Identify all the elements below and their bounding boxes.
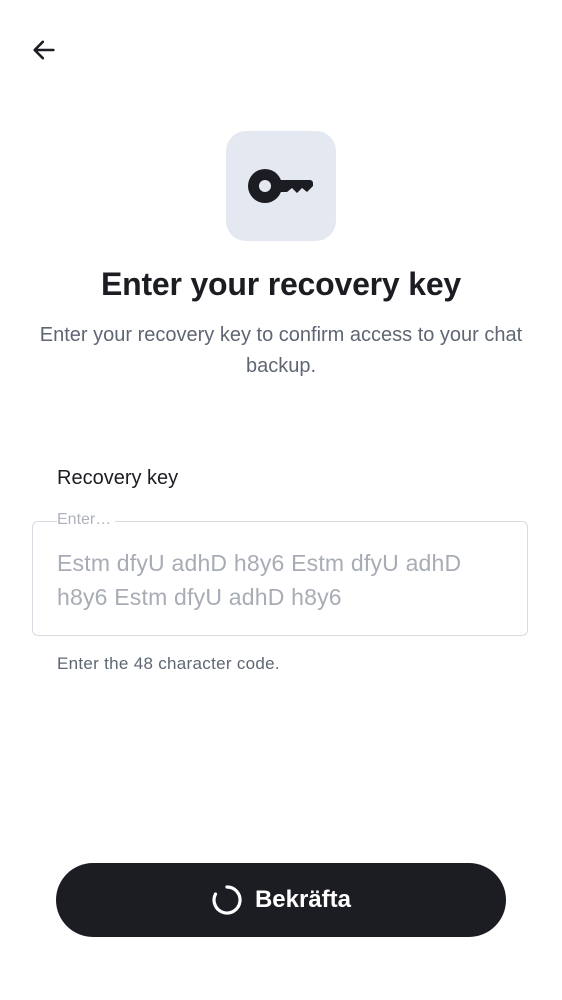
recovery-key-value[interactable]: Estm dfyU adhD h8y6 Estm dfyU adhD h8y6 … xyxy=(57,546,507,614)
key-icon-tile xyxy=(226,131,336,241)
confirm-button[interactable]: Bekräfta xyxy=(56,863,506,937)
recovery-key-screen: Enter your recovery key Enter your recov… xyxy=(0,0,562,1000)
page-title: Enter your recovery key xyxy=(100,266,462,302)
arrow-left-icon xyxy=(33,40,55,60)
back-button[interactable] xyxy=(22,28,66,72)
recovery-key-label: Recovery key xyxy=(57,467,179,489)
recovery-key-helper-text: Enter the 48 character code. xyxy=(57,654,280,673)
confirm-button-label: Bekräfta xyxy=(254,886,352,913)
spinner-icon xyxy=(212,885,242,915)
key-icon xyxy=(248,169,313,203)
recovery-key-placeholder: Enter… xyxy=(57,511,116,529)
page-subtitle: Enter your recovery key to confirm acces… xyxy=(39,324,523,377)
